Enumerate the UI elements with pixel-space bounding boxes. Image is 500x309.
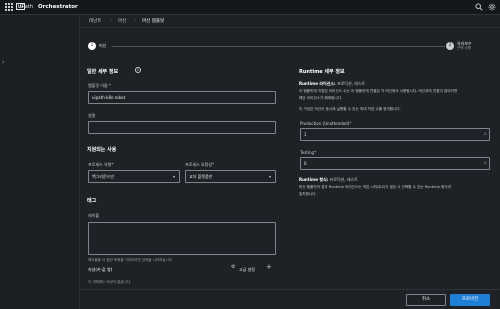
no-properties-text: 이 개체에는 속성이 없습니다. bbox=[88, 280, 132, 284]
advanced-settings-button[interactable]: 고급 설정 bbox=[239, 267, 255, 273]
testing-value: 0 bbox=[304, 161, 307, 166]
cancel-button[interactable]: 취소 bbox=[406, 294, 446, 306]
uipath-logo[interactable]: Ui bbox=[16, 3, 25, 12]
testing-suffix: /1 bbox=[483, 161, 487, 165]
runtime-license-desc-2: 해당 라이선스가 해제됩니다. bbox=[299, 96, 343, 100]
template-name-label: 템플릿 이름 * bbox=[88, 83, 111, 88]
stepper: 1 머신 2 유지보수 선택 사항 bbox=[80, 28, 500, 58]
process-type-value: 백그라운드만 bbox=[92, 174, 115, 179]
production-input[interactable]: 1 /1 bbox=[300, 128, 490, 141]
testing-input[interactable]: 0 /1 bbox=[300, 157, 490, 170]
sidebar: › bbox=[0, 15, 80, 309]
runtime-type-desc-2: 일치합니다. bbox=[299, 192, 317, 196]
labels-hint: 레이블을 이 옵션 목록을 가져오려면 입력을 시작하십시오. bbox=[88, 258, 174, 262]
breadcrumb-machines[interactable]: 머신 bbox=[118, 18, 126, 24]
description-label: 설명 bbox=[88, 113, 96, 118]
stepper-line bbox=[112, 46, 445, 47]
product-name: Orchestrator bbox=[38, 4, 78, 10]
runtime-config-desc: 이 구성은 머신이 동시에 실행할 수 있는 최대 작업 수를 정의합니다. bbox=[299, 107, 401, 111]
runtime-type-text: Runtime 형식: 프로덕션, 테스트 bbox=[299, 177, 494, 184]
runtime-license-desc-1: 이 템플릿에 지정된 라이선스 수는 이 템플릿에 연결된 각 머신에서 사용됩… bbox=[299, 89, 458, 93]
runtime-details-title: Runtime 세부 정보 bbox=[299, 69, 345, 75]
chevron-down-icon: ▾ bbox=[172, 174, 175, 179]
settings-gear-icon[interactable]: ⚙ bbox=[231, 264, 235, 270]
breadcrumb-separator: › bbox=[110, 18, 112, 23]
step-1-label: 머신 bbox=[99, 43, 107, 48]
breadcrumb: 테넌트 › 머신 › 머신 템플릿 bbox=[80, 15, 500, 28]
process-type-select[interactable]: 백그라운드만 ▾ bbox=[88, 170, 180, 183]
general-details-title: 일반 세부 정보 bbox=[87, 69, 119, 75]
chevron-down-icon: ▾ bbox=[268, 174, 271, 179]
labels-input[interactable] bbox=[88, 222, 276, 255]
logo-brand: Path bbox=[22, 4, 33, 10]
runtime-license-value: 프로덕션, 테스트 bbox=[336, 81, 366, 86]
runtime-license-label: Runtime 라이선스: bbox=[299, 81, 336, 86]
settings-icon[interactable] bbox=[487, 3, 496, 12]
step-2-number[interactable]: 2 bbox=[446, 42, 454, 50]
process-type-label: 프로세스 유형* bbox=[88, 162, 114, 167]
footer: 취소 프로비전 bbox=[80, 289, 500, 309]
add-property-icon[interactable]: + bbox=[266, 263, 272, 271]
breadcrumb-separator: › bbox=[134, 18, 136, 23]
production-value: 1 bbox=[304, 132, 307, 137]
description-input[interactable] bbox=[88, 121, 276, 134]
top-bar: Ui Path Orchestrator bbox=[0, 0, 500, 15]
production-label: Production (Unattended)* bbox=[300, 121, 352, 126]
provision-button[interactable]: 프로비전 bbox=[450, 294, 490, 306]
tags-title: 태그 bbox=[87, 198, 97, 204]
runtime-type-desc-1: 머신 템플릿의 경우 Runtime 라이선스는 작업 시작/트리거 생성 시 … bbox=[299, 185, 451, 189]
step-1-number[interactable]: 1 bbox=[88, 42, 96, 50]
chevron-right-icon[interactable]: › bbox=[2, 59, 4, 66]
template-name-input[interactable]: uipath-k8s-robot bbox=[88, 91, 276, 104]
runtime-type-label: Runtime 형식: bbox=[299, 177, 329, 182]
labels-label: 레이블 bbox=[88, 213, 100, 218]
info-icon[interactable]: i bbox=[135, 67, 141, 73]
runtime-type-value: 프로덕션, 테스트 bbox=[329, 177, 358, 182]
properties-title: 속성(키-값 쌍) bbox=[88, 267, 113, 272]
search-icon[interactable] bbox=[474, 3, 483, 12]
breadcrumb-tenant[interactable]: 테넌트 bbox=[89, 18, 101, 24]
process-compat-select[interactable]: 교차 플랫폼만 ▾ bbox=[185, 170, 276, 183]
process-compat-value: 교차 플랫폼만 bbox=[189, 174, 213, 179]
supported-use-title: 지원되는 사용 bbox=[87, 147, 117, 153]
breadcrumb-machine-template: 머신 템플릿 bbox=[142, 19, 165, 24]
testing-label: Testing* bbox=[300, 150, 317, 155]
process-compat-label: 프로세스 호환성* bbox=[185, 162, 215, 167]
step-2-sublabel: 선택 사항 bbox=[457, 46, 471, 50]
production-suffix: /1 bbox=[483, 132, 487, 136]
runtime-license-text: Runtime 라이선스: 프로덕션, 테스트 bbox=[299, 81, 494, 88]
apps-grid-icon[interactable] bbox=[5, 3, 13, 11]
